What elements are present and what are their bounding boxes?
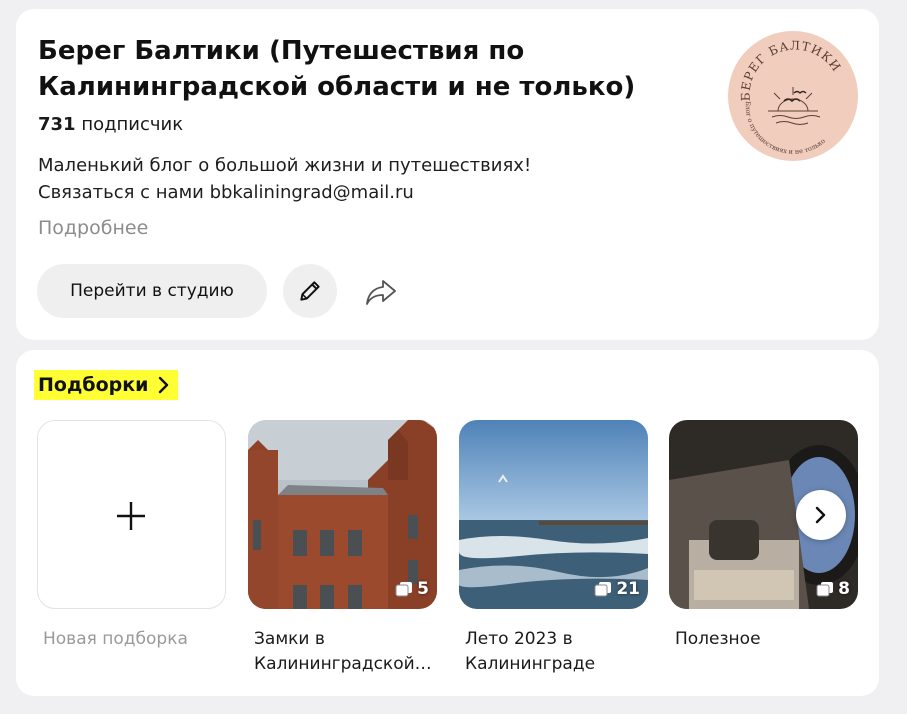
chevron-right-icon	[815, 506, 826, 524]
collection-tile-castles[interactable]: 5	[248, 420, 437, 609]
pencil-icon	[300, 281, 320, 301]
new-collection-label: Новая подборка	[43, 629, 188, 649]
collection-tile-summer[interactable]: 21	[459, 420, 648, 609]
subscribers-label: подписчик	[81, 114, 184, 135]
logo-image: БЕРЕГ БАЛТИКИ Блог о путешествиях и не т…	[738, 39, 843, 156]
stack-icon	[594, 582, 612, 597]
edit-button[interactable]	[283, 264, 337, 318]
collection-title-summer[interactable]: Лето 2023 в Калининграде	[465, 627, 645, 677]
channel-title: Берег Балтики (Путешествия по Калинингра…	[38, 36, 636, 102]
svg-text:БЕРЕГ БАЛТИКИ: БЕРЕГ БАЛТИКИ	[738, 39, 843, 102]
share-arrow-icon	[366, 280, 396, 305]
item-count: 21	[616, 579, 640, 599]
collection-title-useful[interactable]: Полезное	[675, 627, 855, 652]
item-count-badge: 8	[816, 579, 850, 599]
item-count: 8	[838, 579, 850, 599]
chevron-right-icon	[159, 376, 169, 394]
stack-icon	[395, 582, 413, 597]
subscribers-info: 731 подписчик	[38, 114, 183, 135]
channel-avatar[interactable]: БЕРЕГ БАЛТИКИ Блог о путешествиях и не т…	[728, 31, 858, 161]
more-link[interactable]: Подробнее	[38, 217, 148, 239]
item-count-badge: 5	[395, 579, 429, 599]
collections-card: Подборки Новая подборка 5 Замки в Калини…	[16, 350, 879, 696]
collections-heading-link[interactable]: Подборки	[34, 370, 179, 400]
item-count: 5	[417, 579, 429, 599]
carousel-next-button[interactable]	[796, 490, 846, 540]
share-button[interactable]	[358, 269, 404, 315]
svg-text:Блог о путешествиях и не тольк: Блог о путешествиях и не только	[744, 101, 827, 156]
item-count-badge: 21	[594, 579, 640, 599]
channel-header-card: Берег Балтики (Путешествия по Калинингра…	[16, 9, 879, 340]
go-to-studio-button[interactable]: Перейти в студию	[37, 264, 267, 318]
description-line-1: Маленький блог о большой жизни и путешес…	[38, 155, 532, 176]
channel-description: Маленький блог о большой жизни и путешес…	[38, 152, 531, 206]
collections-heading: Подборки	[38, 374, 149, 396]
new-collection-tile[interactable]	[37, 420, 226, 609]
plus-icon	[117, 502, 145, 530]
collection-title-castles[interactable]: Замки в Калининградской области	[254, 627, 434, 677]
description-line-2: Связаться с нами bbkaliningrad@mail.ru	[38, 182, 414, 203]
stack-icon	[816, 582, 834, 597]
subscribers-count: 731	[38, 114, 76, 135]
